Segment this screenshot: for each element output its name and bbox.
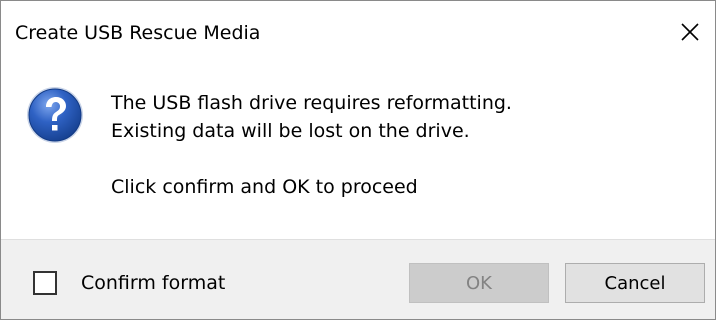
message-line-3: Click confirm and OK to proceed [111,176,418,198]
checkbox-box[interactable] [33,271,57,295]
message-line-2: Existing data will be lost on the drive. [111,120,470,142]
message-area: The USB flash drive requires reformattin… [1,63,715,239]
question-icon [27,87,83,143]
message-spacer [111,145,512,173]
dialog-window: Create USB Rescue Media The USB flash dr… [0,0,716,320]
window-title: Create USB Rescue Media [15,22,261,44]
confirm-format-checkbox[interactable]: Confirm format [33,271,225,295]
message-text: The USB flash drive requires reformattin… [111,89,512,201]
ok-button[interactable]: OK [409,263,549,303]
close-icon [681,23,699,41]
cancel-button[interactable]: Cancel [565,263,705,303]
title-bar: Create USB Rescue Media [1,1,715,63]
confirm-format-label[interactable]: Confirm format [81,271,225,295]
message-line-1: The USB flash drive requires reformattin… [111,92,512,114]
dialog-footer: Confirm format OK Cancel [1,239,715,319]
close-button[interactable] [673,15,707,49]
